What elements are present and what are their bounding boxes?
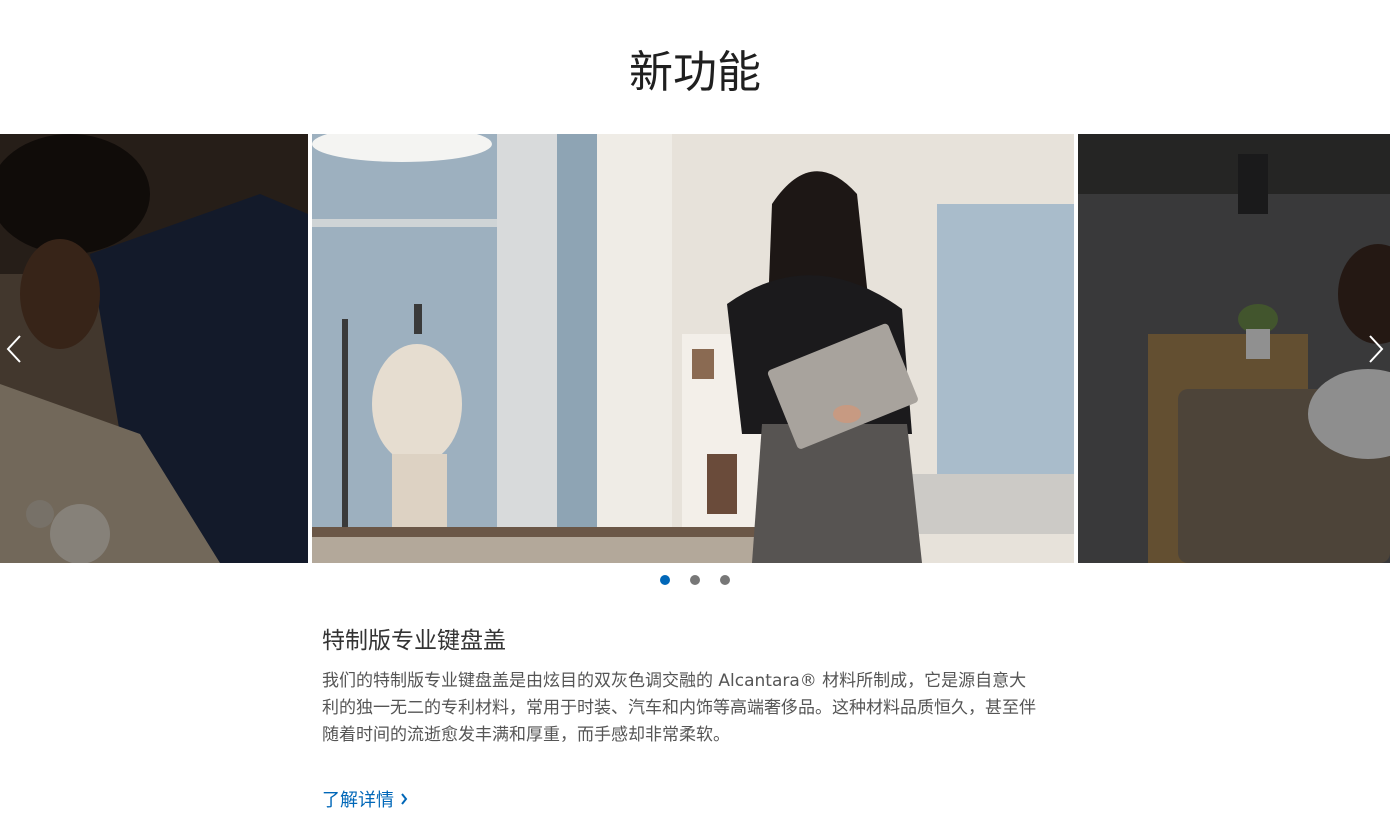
feature-content: 特制版专业键盘盖 我们的特制版专业键盘盖是由炫目的双灰色调交融的 Alcanta… [322, 622, 1042, 749]
carousel-dot-1[interactable] [660, 575, 670, 585]
carousel-slide-next[interactable] [1078, 134, 1390, 563]
carousel-dot-2[interactable] [690, 575, 700, 585]
office-lounge-image [1078, 134, 1390, 563]
feature-description: 我们的特制版专业键盘盖是由炫目的双灰色调交融的 Alcantara® 材料所制成… [322, 671, 1036, 745]
section-heading: 新功能 [629, 47, 761, 98]
woman-with-surface-laptop-image [312, 134, 1074, 563]
chevron-right-icon [401, 793, 408, 805]
carousel-pagination [0, 575, 1390, 585]
feature-title: 特制版专业键盘盖 [322, 628, 506, 654]
chevron-left-icon [6, 335, 21, 363]
artist-drawing-image [0, 134, 308, 563]
carousel-slide-prev[interactable] [0, 134, 308, 563]
carousel-next-button[interactable] [1362, 329, 1390, 369]
carousel-slide-active[interactable] [312, 134, 1074, 563]
carousel-prev-button[interactable] [0, 329, 28, 369]
learn-more-label: 了解详情 [322, 790, 394, 811]
image-carousel [0, 134, 1390, 563]
carousel-dot-3[interactable] [720, 575, 730, 585]
chevron-right-icon [1369, 335, 1384, 363]
learn-more-link[interactable]: 了解详情 [322, 786, 408, 812]
